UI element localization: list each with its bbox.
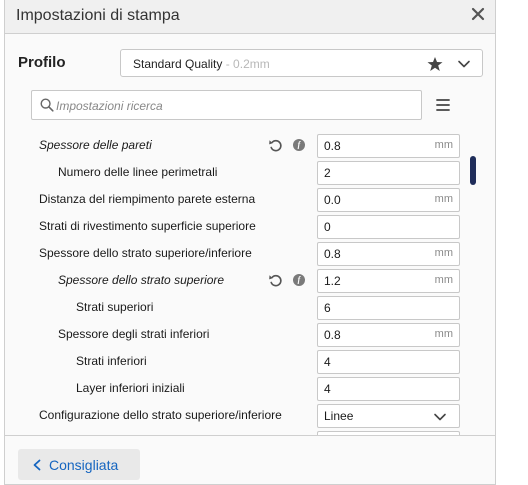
footer-divider <box>5 435 495 436</box>
recommended-mode-label: Consigliata <box>49 457 119 473</box>
menu-icon[interactable] <box>435 97 451 113</box>
setting-unit: mm <box>434 193 453 205</box>
setting-input[interactable]: 6 <box>317 296 460 320</box>
setting-value: 0 <box>324 220 331 234</box>
setting-input[interactable]: 4 <box>317 377 460 401</box>
settings-list: Spessore delle pareti f 0.8 mm Numero de… <box>5 130 495 435</box>
setting-label: Spessore dello strato superiore <box>58 273 225 287</box>
setting-row-numero-linee-perimetrali: Numero delle linee perimetrali 2 <box>5 160 495 187</box>
setting-label: Strati inferiori <box>76 354 147 368</box>
reset-icon[interactable] <box>268 273 283 288</box>
setting-row-strati-superiori: Strati superiori 6 <box>5 295 495 322</box>
setting-value: 0.8 <box>324 139 341 153</box>
setting-label: Numero delle linee perimetrali <box>58 165 218 179</box>
setting-value: Linee <box>324 409 354 423</box>
star-icon[interactable] <box>427 56 443 72</box>
setting-value: 6 <box>324 301 331 315</box>
profile-name: Standard Quality - 0.2mm <box>133 57 270 71</box>
setting-row-spessore-strati-inferiori: Spessore degli strati inferiori 0.8 mm <box>5 322 495 349</box>
setting-value: 0.8 <box>324 247 341 261</box>
search-input[interactable] <box>54 95 418 117</box>
profile-dropdown[interactable]: Standard Quality - 0.2mm <box>120 49 483 77</box>
setting-row-configurazione-strato: Configurazione dello strato superiore/in… <box>5 403 495 430</box>
reset-icon[interactable] <box>268 138 283 153</box>
setting-row-spessore-strato-sup-inf: Spessore dello strato superiore/inferior… <box>5 241 495 268</box>
setting-label: Distanza del riempimento parete esterna <box>39 192 256 206</box>
function-icon[interactable]: f <box>293 274 305 286</box>
profile-label: Profilo <box>18 54 66 71</box>
setting-input[interactable]: 2 <box>317 161 460 185</box>
setting-input[interactable]: 0.0 mm <box>317 188 460 212</box>
setting-unit: mm <box>434 247 453 259</box>
setting-input[interactable]: 0.8 mm <box>317 134 460 158</box>
print-settings-panel: Impostazioni di stampa Profilo Standard … <box>4 0 496 485</box>
setting-input[interactable]: 0.8 mm <box>317 242 460 266</box>
search-icon <box>40 98 54 112</box>
chevron-down-icon <box>458 60 470 68</box>
setting-dropdown[interactable]: Linee <box>317 404 460 428</box>
setting-unit: mm <box>434 139 453 151</box>
setting-value: 4 <box>324 382 331 396</box>
recommended-mode-button[interactable]: Consigliata <box>18 449 140 480</box>
setting-value: 0.8 <box>324 328 341 342</box>
close-icon[interactable] <box>470 6 486 22</box>
setting-value: 2 <box>324 166 331 180</box>
setting-label: Layer inferiori iniziali <box>76 381 185 395</box>
setting-label: Strati di rivestimento superficie superi… <box>39 219 256 233</box>
setting-row-spessore-strato-superiore: Spessore dello strato superiore f 1.2 mm <box>5 268 495 295</box>
setting-unit: mm <box>434 274 453 286</box>
setting-row-spessore-pareti: Spessore delle pareti f 0.8 mm <box>5 133 495 160</box>
setting-row-distanza-riempimento: Distanza del riempimento parete esterna … <box>5 187 495 214</box>
search-box <box>31 90 422 120</box>
setting-value: 4 <box>324 355 331 369</box>
profile-layer-height: - 0.2mm <box>222 57 270 71</box>
setting-label: Spessore dello strato superiore/inferior… <box>39 246 252 260</box>
setting-row-strati-rivestimento: Strati di rivestimento superficie superi… <box>5 214 495 241</box>
setting-input[interactable]: 0 <box>317 215 460 239</box>
scrollbar-thumb[interactable] <box>470 156 476 185</box>
setting-input[interactable]: 0.8 mm <box>317 323 460 347</box>
setting-row-layer-inferiori-iniziali: Layer inferiori iniziali 4 <box>5 376 495 403</box>
chevron-down-icon <box>434 413 446 421</box>
setting-input[interactable]: 4 <box>317 350 460 374</box>
setting-label: Strati superiori <box>76 300 154 314</box>
function-icon[interactable]: f <box>293 139 305 151</box>
setting-input[interactable]: 1.2 mm <box>317 269 460 293</box>
title-bar: Impostazioni di stampa <box>5 0 495 34</box>
setting-value: 1.2 <box>324 274 341 288</box>
chevron-left-icon <box>33 459 41 471</box>
window-title: Impostazioni di stampa <box>16 7 180 24</box>
setting-unit: mm <box>434 328 453 340</box>
setting-value: 0.0 <box>324 193 341 207</box>
setting-label: Spessore degli strati inferiori <box>58 327 210 341</box>
setting-label: Configurazione dello strato superiore/in… <box>39 408 282 422</box>
setting-row-strati-inferiori: Strati inferiori 4 <box>5 349 495 376</box>
profile-selected-name: Standard Quality <box>133 57 223 71</box>
setting-label: Spessore delle pareti <box>39 138 152 152</box>
